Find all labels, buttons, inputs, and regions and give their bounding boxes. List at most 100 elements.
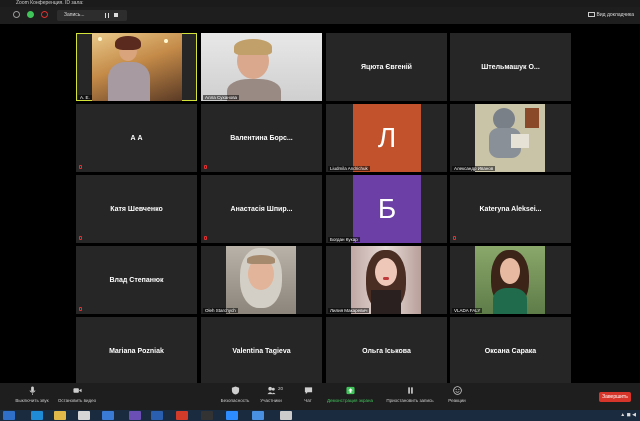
participant-tile[interactable]: А. Е. (76, 33, 197, 101)
avatar: Б (353, 175, 421, 243)
video-feed (92, 33, 182, 101)
window-title: Zoom Конференция. ID зала: (16, 0, 84, 6)
participant-tile[interactable]: Mariana Pozniak (76, 317, 197, 385)
stop-video-button[interactable]: Остановить видео (52, 386, 102, 403)
stop-icon[interactable] (114, 13, 118, 17)
participant-tile[interactable]: Л Liudmila Andrichuk (326, 104, 447, 172)
participant-tile[interactable]: Яцюта Євгеній (326, 33, 447, 101)
video-feed (475, 246, 545, 314)
participant-tile[interactable]: Анастасія Шпир... (201, 175, 322, 243)
participant-name: Яцюта Євгеній (361, 63, 412, 71)
participant-name: Влад Степанюк (109, 276, 164, 284)
pause-icon (407, 387, 413, 394)
participant-tile[interactable]: Валентина Борс... (201, 104, 322, 172)
stop-video-label: Остановить видео (57, 398, 97, 403)
participant-name: Valentina Tagieva (232, 347, 291, 355)
people-icon (266, 386, 276, 395)
participant-name: Богдан Кукар (328, 237, 360, 242)
participant-name: Анастасія Шпир... (230, 205, 293, 213)
participant-tile[interactable]: Kateryna Aleksei... (450, 175, 571, 243)
mute-button[interactable]: Выключить звук (7, 386, 57, 403)
participant-tile[interactable]: Oleh Starchych (201, 246, 322, 314)
participant-tile[interactable]: Александр Иванов (450, 104, 571, 172)
window-titlebar: Zoom Конференция. ID зала: (0, 0, 640, 7)
participant-name: Алла Суханова (203, 95, 240, 100)
os-taskbar: ▲ ◼ ◀ (0, 410, 640, 421)
participant-name: А А (130, 134, 143, 142)
speaker-view-button[interactable]: Вид докладчика (587, 10, 634, 21)
muted-mic-icon (204, 165, 207, 169)
share-screen-button[interactable]: Демонстрация экрана (324, 386, 376, 403)
participant-name: Лилия Макаревич (328, 308, 370, 313)
participant-tile[interactable]: Valentina Tagieva (201, 317, 322, 385)
video-feed (475, 104, 545, 172)
app-icon[interactable] (78, 411, 90, 420)
end-meeting-button[interactable]: Завершить (599, 392, 631, 402)
system-tray[interactable]: ▲ ◼ ◀ (620, 412, 636, 418)
muted-mic-icon (79, 307, 82, 311)
participant-name: Oleh Starchych (203, 308, 238, 313)
participant-tile[interactable]: Ольга Іськова (326, 317, 447, 385)
viber-icon[interactable] (129, 411, 141, 420)
participant-name: Оксана Сарака (484, 347, 537, 355)
video-feed (351, 246, 421, 314)
app-icon[interactable] (252, 411, 264, 420)
participant-name: Mariana Pozniak (109, 347, 164, 355)
recording-label: Запись... (64, 12, 85, 18)
shield-icon[interactable] (27, 11, 34, 18)
participant-tile[interactable]: А А (76, 104, 197, 172)
folder-icon[interactable] (54, 411, 66, 420)
video-camera-icon (72, 388, 82, 393)
app-icon[interactable] (102, 411, 114, 420)
participant-tile[interactable]: Лилия Макаревич (326, 246, 447, 314)
muted-mic-icon (204, 236, 207, 240)
info-icon[interactable] (13, 11, 20, 18)
grid-icon (587, 12, 595, 18)
reactions-button[interactable]: Реакции (432, 386, 482, 403)
recording-status: Запись... (57, 10, 127, 21)
app-icon[interactable] (201, 411, 213, 420)
muted-mic-icon (79, 236, 82, 240)
video-feed (226, 246, 296, 314)
participant-name: VLADA FALY (452, 308, 483, 313)
speaker-view-label: Вид докладчика (596, 12, 634, 18)
chat-label: Чат (304, 398, 312, 403)
pause-record-label: Приостановить запись (386, 398, 434, 403)
zoom-icon[interactable] (226, 411, 238, 420)
participant-name: А. Е. (78, 95, 92, 100)
muted-mic-icon (79, 165, 82, 169)
share-screen-icon (345, 386, 355, 395)
muted-mic-icon (453, 236, 456, 240)
participant-name: Ольга Іськова (362, 347, 411, 355)
meeting-topbar: Запись... Вид докладчика (0, 7, 640, 24)
participant-tile[interactable]: VLADA FALY (450, 246, 571, 314)
chat-icon (304, 387, 312, 395)
word-icon[interactable] (151, 411, 163, 420)
meeting-toolbar: Выключить звук Остановить видео Безопасн… (0, 383, 640, 410)
participant-tile[interactable]: Влад Степанюк (76, 246, 197, 314)
share-screen-label: Демонстрация экрана (327, 398, 373, 403)
participant-tile[interactable]: Оксана Сарака (450, 317, 571, 385)
start-icon[interactable] (3, 411, 15, 420)
participant-name: Валентина Борс... (230, 134, 293, 142)
smile-icon (452, 386, 462, 395)
microphone-icon (29, 386, 35, 395)
pause-record-button[interactable]: Приостановить запись (380, 386, 440, 403)
participant-tile[interactable]: Штельмашук О... (450, 33, 571, 101)
avatar: Л (353, 104, 421, 172)
participant-name: Катя Шевченко (110, 205, 163, 213)
opera-icon[interactable] (176, 411, 188, 420)
participant-name: Александр Иванов (452, 166, 496, 171)
app-icon[interactable] (280, 411, 292, 420)
browser-icon[interactable] (31, 411, 43, 420)
participants-label: Участники (260, 398, 282, 403)
pause-icon[interactable] (105, 13, 109, 18)
participant-name: Kateryna Aleksei... (479, 205, 542, 213)
participant-tile[interactable]: Алла Суханова (201, 33, 322, 101)
participant-name: Штельмашук О... (481, 63, 540, 71)
mute-label: Выключить звук (15, 398, 49, 403)
participant-tile[interactable]: Б Богдан Кукар (326, 175, 447, 243)
video-feed (201, 33, 322, 101)
record-indicator-icon (41, 11, 48, 18)
participant-tile[interactable]: Катя Шевченко (76, 175, 197, 243)
